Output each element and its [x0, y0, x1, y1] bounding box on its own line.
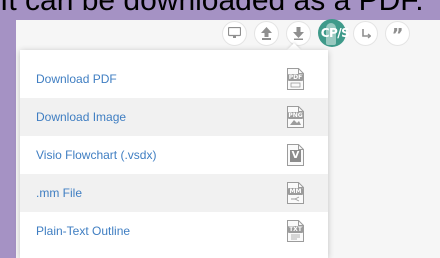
toolbar: CP/S ”	[222, 19, 417, 47]
menu-item-download-image[interactable]: Download Image PNG	[20, 98, 328, 136]
download-options-list: Download PDF PDF Download Image PNG Visi…	[20, 60, 328, 250]
upload-button[interactable]	[254, 20, 279, 46]
txt-file-icon: TXT	[287, 220, 304, 242]
menu-item-plain-text-outline[interactable]: Plain-Text Outline TXT	[20, 212, 328, 250]
mm-file-icon: MM	[287, 182, 304, 204]
menu-item-label: Download Image	[36, 110, 127, 124]
visio-file-icon: V	[287, 144, 304, 166]
dropdown-caret	[287, 43, 301, 50]
menu-item-label: .mm File	[36, 186, 82, 200]
user-avatar[interactable]: CP/S	[318, 19, 350, 47]
download-dropdown-menu: Download PDF PDF Download Image PNG Visi…	[20, 50, 328, 258]
png-file-icon: PNG	[287, 106, 304, 128]
avatar-initials: CP/S	[320, 26, 350, 40]
quote-icon: ”	[391, 25, 404, 46]
angle-arrow-icon	[360, 28, 371, 39]
menu-item-label: Plain-Text Outline	[36, 224, 131, 238]
download-button[interactable]	[286, 20, 311, 46]
history-button[interactable]	[353, 20, 378, 46]
upload-arrow-icon	[261, 26, 272, 40]
present-button[interactable]	[222, 20, 247, 46]
left-band	[0, 0, 16, 258]
monitor-icon	[228, 27, 241, 39]
menu-item-visio-flowchart[interactable]: Visio Flowchart (.vsdx) V	[20, 136, 328, 174]
menu-item-download-pdf[interactable]: Download PDF PDF	[20, 60, 328, 98]
pdf-file-icon: PDF	[287, 68, 304, 90]
menu-item-mm-file[interactable]: .mm File MM	[20, 174, 328, 212]
menu-item-label: Visio Flowchart (.vsdx)	[36, 148, 157, 162]
caption-text: It can be downloaded as a PDF.	[0, 0, 424, 17]
menu-item-label: Download PDF	[36, 72, 117, 86]
download-arrow-icon	[293, 26, 304, 40]
comments-button[interactable]: ”	[385, 20, 410, 46]
